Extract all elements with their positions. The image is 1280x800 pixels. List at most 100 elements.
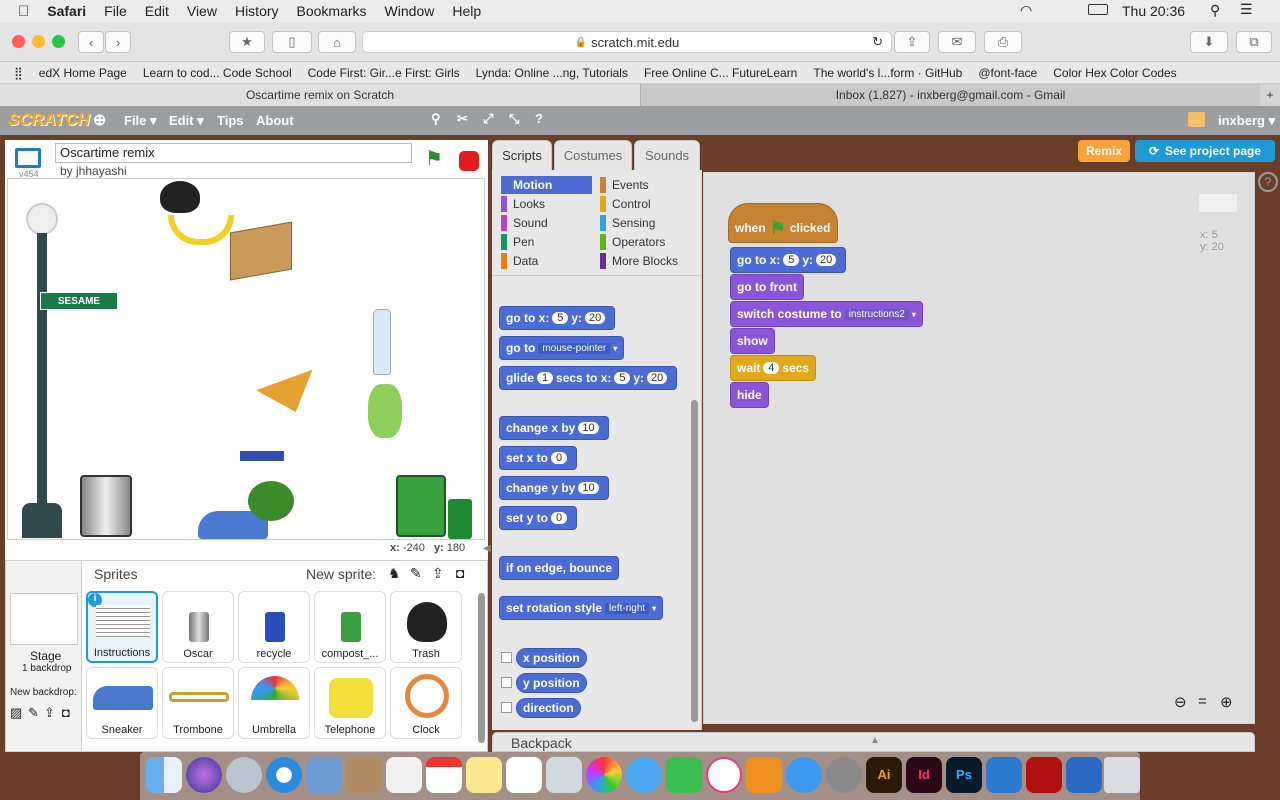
backdrop-camera-icon[interactable]: ◘	[62, 705, 70, 720]
reporter-direction[interactable]: direction	[516, 698, 581, 718]
block-switch-costume[interactable]: switch costume to instructions2 ▾	[730, 301, 923, 327]
menu-edit-scratch[interactable]: Edit ▾	[169, 113, 204, 129]
see-project-page-button[interactable]: ⟳ See project page	[1135, 140, 1275, 162]
backdrop-library-icon[interactable]: ▨	[10, 705, 22, 721]
preview-icon[interactable]	[546, 757, 582, 793]
finder-icon[interactable]	[146, 757, 182, 793]
sprite-tile-clock[interactable]: Clock	[390, 667, 462, 739]
reminders-icon[interactable]	[506, 757, 542, 793]
mail-stamp-icon[interactable]	[306, 757, 342, 793]
calendar-icon[interactable]	[426, 757, 462, 793]
sprite-tile-recycle[interactable]: recycle	[238, 591, 310, 663]
project-title-input[interactable]: Oscartime remix	[55, 143, 412, 163]
category-data[interactable]: Data	[501, 252, 593, 270]
grow-tool-icon[interactable]: ⤢	[483, 111, 493, 127]
green-flag-button[interactable]: ⚑	[425, 146, 443, 171]
menu-file-scratch[interactable]: File ▾	[124, 113, 157, 129]
block-hide[interactable]: hide	[730, 382, 769, 408]
folder-icon[interactable]	[1188, 112, 1205, 127]
sprite-tile-compost[interactable]: compost_...	[314, 591, 386, 663]
indesign-icon[interactable]: Id	[906, 757, 942, 793]
globe-icon[interactable]: ⊕	[93, 110, 106, 130]
zoom-reset-icon[interactable]: =	[1198, 693, 1207, 710]
notes-icon[interactable]	[466, 757, 502, 793]
sprite-tile-trash[interactable]: Trash	[390, 591, 462, 663]
project-author[interactable]: by jhhayashi	[60, 164, 127, 178]
sprite-library-icon[interactable]: ♞	[388, 565, 401, 582]
facetime-icon[interactable]	[666, 757, 702, 793]
zoom-in-icon[interactable]: ⊕	[1220, 693, 1233, 711]
reload-icon[interactable]: ↻	[872, 34, 883, 50]
tab-scratch[interactable]: Oscartime remix on Scratch	[0, 84, 640, 106]
reporter-y-position[interactable]: y position	[516, 673, 587, 693]
shrink-tool-icon[interactable]: ⤡	[509, 111, 519, 127]
category-events[interactable]: Events	[600, 176, 692, 194]
remix-button[interactable]: Remix	[1078, 140, 1130, 162]
menu-app-name[interactable]: Safari	[47, 3, 86, 19]
print-icon[interactable]: ⎙	[984, 31, 1022, 53]
safari-icon[interactable]	[266, 757, 302, 793]
siri-icon[interactable]	[186, 757, 222, 793]
category-sensing[interactable]: Sensing	[600, 214, 692, 232]
menu-about[interactable]: About	[256, 113, 294, 128]
menu-file[interactable]: File	[104, 3, 127, 19]
battery-icon[interactable]	[1088, 4, 1108, 15]
share-icon[interactable]: ⇪	[894, 31, 930, 53]
menu-history[interactable]: History	[235, 3, 279, 19]
category-more-blocks[interactable]: More Blocks	[600, 252, 692, 270]
address-bar[interactable]: 🔒 scratch.mit.edu ↻	[362, 31, 892, 53]
tab-overview-icon[interactable]: ⧉	[1236, 31, 1272, 53]
home-icon[interactable]: ⌂	[318, 31, 356, 53]
block-bounce[interactable]: if on edge, bounce	[499, 556, 620, 580]
fullscreen-icon[interactable]	[15, 148, 41, 168]
acrobat-icon[interactable]	[1026, 757, 1062, 793]
stage-selector[interactable]: Stage 1 backdrop New backdrop: ▨ ✎ ⇪ ◘	[6, 561, 82, 751]
sprite-tile-oscar[interactable]: Oscar	[162, 591, 234, 663]
apple-icon[interactable]: 	[18, 3, 29, 20]
bookmark-edx[interactable]: edX Home Page	[39, 66, 127, 80]
forward-button[interactable]: ›	[105, 31, 131, 53]
menu-window[interactable]: Window	[385, 3, 435, 19]
backpack-expand-icon[interactable]: ▲	[870, 735, 880, 746]
contacts-icon[interactable]	[346, 757, 382, 793]
category-pen[interactable]: Pen	[501, 233, 593, 251]
checkbox-x-position[interactable]	[501, 652, 512, 663]
reading-list-icon[interactable]: ⣿	[14, 66, 23, 80]
block-glide[interactable]: glide 1 secs to x: 5 y: 20	[499, 366, 678, 390]
backdrop-paint-icon[interactable]: ✎	[28, 705, 39, 721]
block-show[interactable]: show	[730, 328, 775, 354]
help-tool-icon[interactable]: ?	[535, 111, 543, 126]
stop-button[interactable]	[459, 151, 479, 171]
sprite-upload-icon[interactable]: ⇪	[432, 565, 444, 582]
launchpad-icon[interactable]	[226, 757, 262, 793]
bookmark-star-icon[interactable]: ★	[229, 31, 265, 53]
menu-edit[interactable]: Edit	[145, 3, 169, 19]
block-change-x[interactable]: change x by 10	[499, 416, 609, 440]
block-go-to[interactable]: go to mouse-pointer ▾	[499, 336, 625, 360]
backdrop-upload-icon[interactable]: ⇪	[44, 705, 55, 721]
mail-icon[interactable]: ✉	[938, 31, 976, 53]
tab-gmail[interactable]: Inbox (1,827) - inxberg@gmail.com - Gmai…	[640, 84, 1260, 106]
bookmark-lynda[interactable]: Lynda: Online ...ng, Tutorials	[476, 66, 628, 80]
photoshop-icon[interactable]: Ps	[946, 757, 982, 793]
block-wait[interactable]: wait 4 secs	[730, 355, 817, 381]
bookmark-futurelearn[interactable]: Free Online C... FutureLearn	[644, 66, 797, 80]
help-circle-icon[interactable]: ?	[1258, 172, 1278, 192]
sprite-camera-icon[interactable]: ◘	[456, 565, 464, 581]
menu-help[interactable]: Help	[452, 3, 481, 19]
category-control[interactable]: Control	[600, 195, 692, 213]
menu-bookmarks[interactable]: Bookmarks	[297, 3, 367, 19]
tab-costumes[interactable]: Costumes	[554, 140, 632, 170]
visual-studio-icon[interactable]	[1066, 757, 1102, 793]
photos-icon[interactable]	[586, 757, 622, 793]
reporter-x-position[interactable]: x position	[516, 648, 587, 668]
bookmark-font-face[interactable]: @font-face	[978, 66, 1037, 80]
scratch-logo[interactable]: SCRATCH	[8, 110, 90, 130]
user-menu[interactable]: inxberg ▾	[1218, 113, 1275, 129]
zoom-window-button[interactable]	[52, 35, 65, 48]
close-window-button[interactable]	[12, 35, 25, 48]
stage-canvas[interactable]: SESAME STREET	[7, 178, 485, 540]
downloads-icon[interactable]: ⬇	[1190, 31, 1228, 53]
sprites-scrollbar[interactable]	[478, 593, 485, 743]
collapse-stage-icon[interactable]: ◀	[483, 543, 491, 554]
